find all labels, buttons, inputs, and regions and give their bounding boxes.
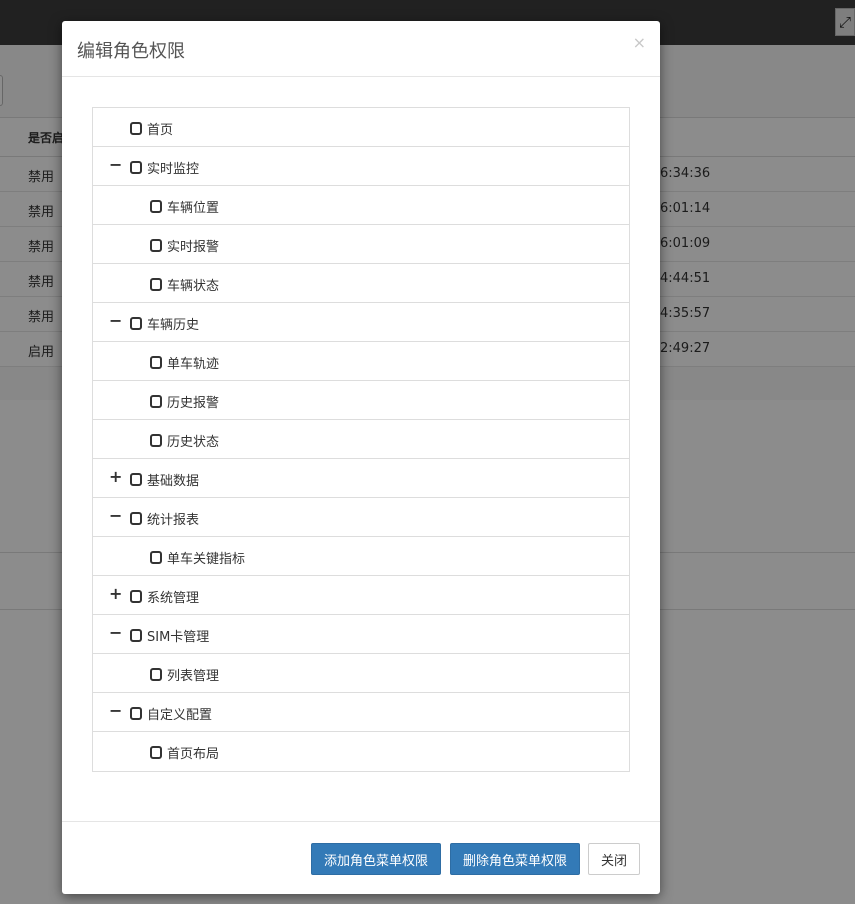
tree-node[interactable]: − 统计报表 bbox=[93, 498, 629, 537]
collapse-minus-icon[interactable]: − bbox=[109, 313, 122, 329]
checkbox-icon[interactable] bbox=[130, 317, 142, 330]
checkbox-icon[interactable] bbox=[150, 239, 162, 252]
tree-node-label: 实时监控 bbox=[147, 162, 200, 177]
checkbox-icon[interactable] bbox=[130, 590, 142, 603]
tree-node-label: 历史状态 bbox=[167, 435, 220, 450]
tree-node[interactable]: + 系统管理 bbox=[93, 576, 629, 615]
tree-node[interactable]: − 实时监控 bbox=[93, 147, 629, 186]
tree-node[interactable]: 首页布局 bbox=[93, 732, 629, 771]
checkbox-icon[interactable] bbox=[150, 434, 162, 447]
tree-node[interactable]: 首页 bbox=[93, 108, 629, 147]
checkbox-icon[interactable] bbox=[130, 473, 142, 486]
tree-node[interactable]: 单车轨迹 bbox=[93, 342, 629, 381]
collapse-minus-icon[interactable]: − bbox=[109, 157, 122, 173]
checkbox-icon[interactable] bbox=[130, 122, 142, 135]
tree-node[interactable]: + 基础数据 bbox=[93, 459, 629, 498]
collapse-minus-icon[interactable]: − bbox=[109, 508, 122, 524]
edit-role-permission-modal: 编辑角色权限 × 首页 − 实时监控车辆位置实时报警车辆状态 − 车辆历史单车轨迹历史报… bbox=[62, 21, 660, 894]
tree-node-label: 首页 bbox=[147, 123, 174, 138]
tree-node-label: 车辆状态 bbox=[167, 279, 220, 294]
checkbox-icon[interactable] bbox=[150, 551, 162, 564]
expand-plus-icon[interactable]: + bbox=[109, 586, 122, 602]
checkbox-icon[interactable] bbox=[130, 629, 142, 642]
delete-role-menu-permission-button[interactable]: 删除角色菜单权限 bbox=[450, 843, 580, 875]
tree-node-label: 车辆历史 bbox=[147, 318, 200, 333]
permission-tree: 首页 − 实时监控车辆位置实时报警车辆状态 − 车辆历史单车轨迹历史报警历史状态 + 基础数… bbox=[92, 107, 630, 772]
tree-node-label: 单车轨迹 bbox=[167, 357, 220, 372]
checkbox-icon[interactable] bbox=[150, 200, 162, 213]
checkbox-icon[interactable] bbox=[150, 395, 162, 408]
add-role-menu-permission-button[interactable]: 添加角色菜单权限 bbox=[311, 843, 441, 875]
checkbox-icon[interactable] bbox=[150, 356, 162, 369]
tree-node[interactable]: 车辆状态 bbox=[93, 264, 629, 303]
tree-node-label: 单车关键指标 bbox=[167, 552, 246, 567]
tree-node-label: 自定义配置 bbox=[147, 708, 213, 723]
collapse-minus-icon[interactable]: − bbox=[109, 625, 122, 641]
collapse-minus-icon[interactable]: − bbox=[109, 703, 122, 719]
tree-node-label: 首页布局 bbox=[167, 747, 220, 762]
modal-footer: 添加角色菜单权限 删除角色菜单权限 关闭 bbox=[62, 821, 660, 895]
tree-node[interactable]: 实时报警 bbox=[93, 225, 629, 264]
tree-node[interactable]: 单车关键指标 bbox=[93, 537, 629, 576]
expand-plus-icon[interactable]: + bbox=[109, 469, 122, 485]
tree-node-label: 车辆位置 bbox=[167, 201, 220, 216]
tree-node-label: 基础数据 bbox=[147, 474, 200, 489]
modal-header: 编辑角色权限 × bbox=[62, 21, 660, 77]
tree-node[interactable]: 车辆位置 bbox=[93, 186, 629, 225]
tree-node-label: SIM卡管理 bbox=[147, 630, 210, 645]
modal-title: 编辑角色权限 bbox=[77, 41, 185, 62]
checkbox-icon[interactable] bbox=[150, 278, 162, 291]
tree-node-label: 实时报警 bbox=[167, 240, 220, 255]
tree-node[interactable]: 列表管理 bbox=[93, 654, 629, 693]
tree-node[interactable]: − SIM卡管理 bbox=[93, 615, 629, 654]
tree-node[interactable]: 历史状态 bbox=[93, 420, 629, 459]
checkbox-icon[interactable] bbox=[150, 668, 162, 681]
tree-node[interactable]: − 车辆历史 bbox=[93, 303, 629, 342]
tree-node-label: 系统管理 bbox=[147, 591, 200, 606]
checkbox-icon[interactable] bbox=[130, 512, 142, 525]
tree-node[interactable]: − 自定义配置 bbox=[93, 693, 629, 732]
checkbox-icon[interactable] bbox=[130, 707, 142, 720]
tree-node-label: 统计报表 bbox=[147, 513, 200, 528]
tree-node[interactable]: 历史报警 bbox=[93, 381, 629, 420]
close-icon[interactable]: × bbox=[633, 33, 646, 52]
checkbox-icon[interactable] bbox=[150, 746, 162, 759]
checkbox-icon[interactable] bbox=[130, 161, 142, 174]
tree-node-label: 列表管理 bbox=[167, 669, 220, 684]
close-button[interactable]: 关闭 bbox=[588, 843, 640, 875]
tree-node-label: 历史报警 bbox=[167, 396, 220, 411]
